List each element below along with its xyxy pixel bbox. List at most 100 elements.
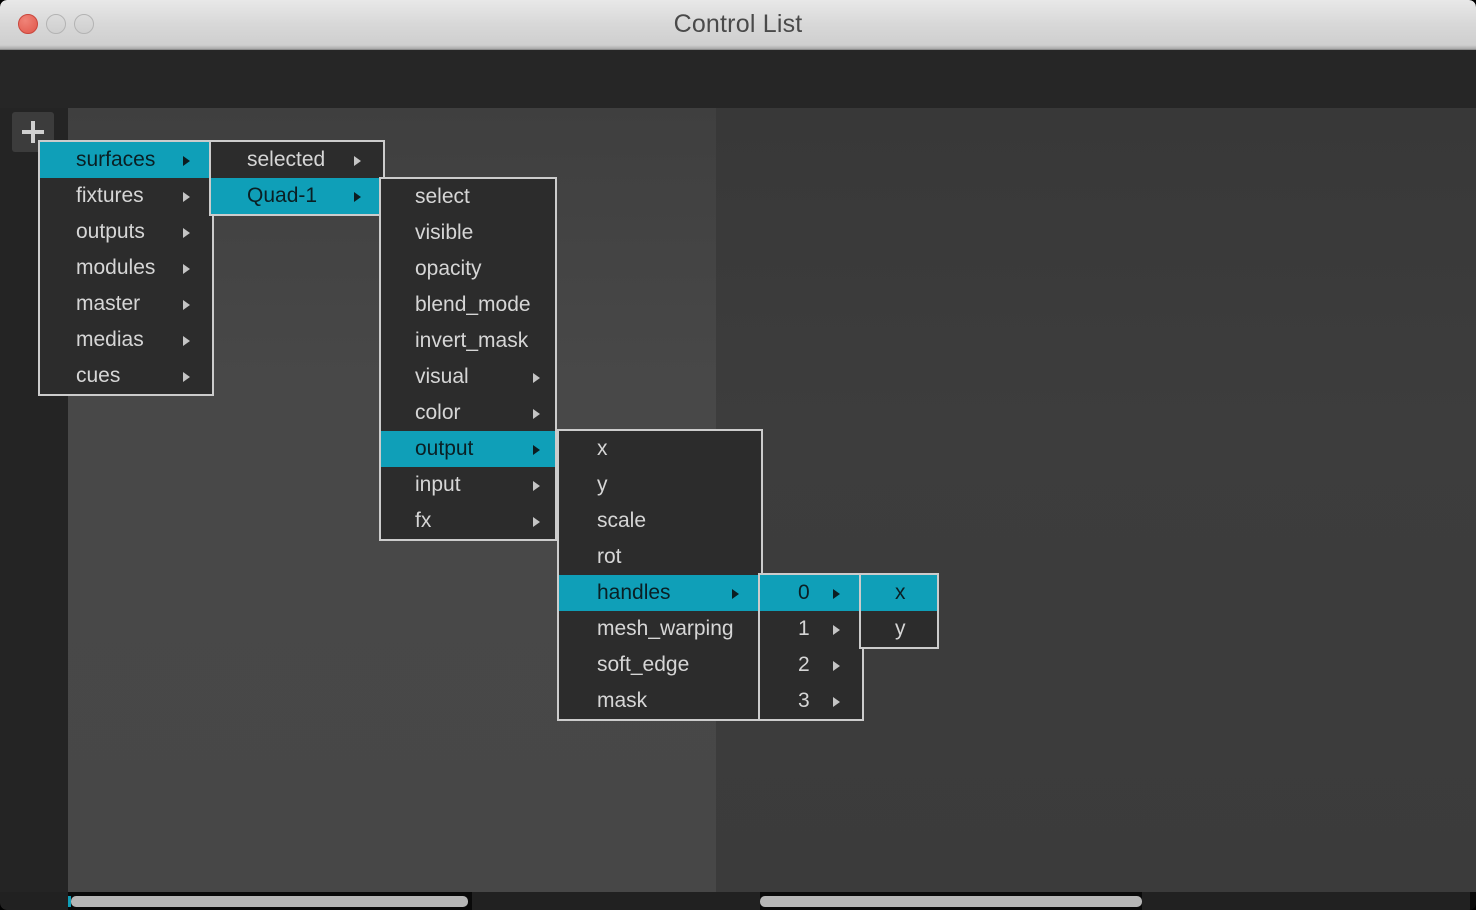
- menu-item-label: selected: [247, 148, 326, 171]
- menu-item-output[interactable]: output: [381, 431, 555, 467]
- hscrollbar-right-track[interactable]: [760, 892, 1142, 910]
- menu-item-outputs[interactable]: outputs: [40, 214, 212, 250]
- menu-item-label: modules: [76, 256, 156, 279]
- menu-item-label: y: [895, 617, 906, 640]
- menu-item-0[interactable]: 0: [760, 575, 862, 611]
- menu-item-handles[interactable]: handles: [559, 575, 761, 611]
- submenu-arrow-icon: [354, 156, 361, 166]
- filter-toolbar: Keyb. MIDI DMX OSC Audio PS3/4 Other All…: [0, 50, 1476, 147]
- menu-item-label: opacity: [415, 257, 482, 280]
- submenu-arrow-icon: [833, 697, 840, 707]
- menu-item-label: soft_edge: [597, 653, 690, 676]
- menu-item-1[interactable]: 1: [760, 611, 862, 647]
- submenu-arrow-icon: [183, 228, 190, 238]
- submenu-arrow-icon: [533, 481, 540, 491]
- menu-item-color[interactable]: color: [381, 395, 555, 431]
- menu-item-3[interactable]: 3: [760, 683, 862, 719]
- window-title: Control List: [673, 10, 803, 38]
- menu-item-y[interactable]: y: [559, 467, 761, 503]
- menu-item-label: 2: [798, 653, 810, 676]
- menu-item-label: 1: [798, 617, 810, 640]
- title-bar: Control List: [0, 0, 1476, 50]
- menu-item-modules[interactable]: modules: [40, 250, 212, 286]
- menu-item-label: Quad-1: [247, 184, 318, 207]
- menu-item-x[interactable]: x: [861, 575, 937, 611]
- menu-item-label: fx: [415, 509, 432, 532]
- menu-item-label: 3: [798, 689, 810, 712]
- handle-axis-submenu[interactable]: xy: [859, 573, 939, 649]
- menu-item-quad-1[interactable]: Quad-1: [211, 178, 383, 214]
- submenu-arrow-icon: [183, 336, 190, 346]
- submenu-arrow-icon: [833, 661, 840, 671]
- submenu-arrow-icon: [183, 192, 190, 202]
- menu-item-label: input: [415, 473, 461, 496]
- menu-item-label: master: [76, 292, 141, 315]
- menu-item-label: color: [415, 401, 461, 424]
- control-list-window: Control List Keyb. MIDI DMX OSC Audio PS…: [0, 0, 1476, 910]
- menu-item-mesh-warping[interactable]: mesh_warping: [559, 611, 761, 647]
- menu-item-label: select: [415, 185, 470, 208]
- menu-item-label: cues: [76, 364, 121, 387]
- menu-item-selected[interactable]: selected: [211, 142, 383, 178]
- submenu-arrow-icon: [183, 300, 190, 310]
- output-submenu[interactable]: x y scale rot handles mesh_warping soft_edgema…: [557, 429, 763, 721]
- menu-item-blend-mode[interactable]: blend_mode: [381, 287, 555, 323]
- menu-item-label: output: [415, 437, 474, 460]
- menu-item-medias[interactable]: medias: [40, 322, 212, 358]
- submenu-arrow-icon: [533, 517, 540, 527]
- menu-item-cues[interactable]: cues: [40, 358, 212, 394]
- menu-item-label: mesh_warping: [597, 617, 734, 640]
- menu-item-surfaces[interactable]: surfaces: [40, 142, 212, 178]
- handles-submenu[interactable]: 0 1 2 3: [758, 573, 864, 721]
- quad1-submenu[interactable]: select visible opacity blend_mode invert_mas…: [379, 177, 557, 541]
- menu-item-label: fixtures: [76, 184, 144, 207]
- menu-item-label: handles: [597, 581, 671, 604]
- menu-item-fixtures[interactable]: fixtures: [40, 178, 212, 214]
- hscrollbar-left-thumb[interactable]: [71, 896, 468, 907]
- menu-item-soft-edge[interactable]: soft_edge: [559, 647, 761, 683]
- submenu-arrow-icon: [183, 264, 190, 274]
- menu-item-label: 0: [798, 581, 810, 604]
- submenu-arrow-icon: [354, 192, 361, 202]
- menu-item-label: invert_mask: [415, 329, 529, 352]
- menu-item-x[interactable]: x: [559, 431, 761, 467]
- control-panel-right: [716, 108, 1476, 892]
- menu-item-scale[interactable]: scale: [559, 503, 761, 539]
- menu-item-fx[interactable]: fx: [381, 503, 555, 539]
- submenu-arrow-icon: [183, 156, 190, 166]
- menu-item-input[interactable]: input: [381, 467, 555, 503]
- menu-item-label: scale: [597, 509, 647, 532]
- menu-item-rot[interactable]: rot: [559, 539, 761, 575]
- submenu-arrow-icon: [533, 445, 540, 455]
- root-menu[interactable]: surfaces fixtures outputs modules master medi…: [38, 140, 214, 396]
- menu-item-label: x: [895, 581, 906, 604]
- menu-item-label: surfaces: [76, 148, 156, 171]
- menu-item-label: outputs: [76, 220, 145, 243]
- menu-item-y[interactable]: y: [861, 611, 937, 647]
- menu-item-2[interactable]: 2: [760, 647, 862, 683]
- submenu-arrow-icon: [833, 625, 840, 635]
- submenu-arrow-icon: [833, 589, 840, 599]
- menu-item-visual[interactable]: visual: [381, 359, 555, 395]
- menu-item-label: medias: [76, 328, 144, 351]
- surfaces-submenu[interactable]: selected Quad-1: [209, 140, 385, 216]
- menu-item-master[interactable]: master: [40, 286, 212, 322]
- menu-item-label: mask: [597, 689, 648, 712]
- menu-item-label: y: [597, 473, 608, 496]
- submenu-arrow-icon: [533, 409, 540, 419]
- submenu-arrow-icon: [533, 373, 540, 383]
- menu-item-opacity[interactable]: opacity: [381, 251, 555, 287]
- menu-item-visible[interactable]: visible: [381, 215, 555, 251]
- hscrollbar-left-track[interactable]: [68, 892, 472, 910]
- menu-item-invert-mask[interactable]: invert_mask: [381, 323, 555, 359]
- menu-item-label: visible: [415, 221, 474, 244]
- hscrollbar-far-track[interactable]: [1470, 892, 1476, 910]
- menu-item-label: blend_mode: [415, 293, 531, 316]
- hscrollbar-right-thumb[interactable]: [760, 896, 1142, 907]
- menu-item-select[interactable]: select: [381, 179, 555, 215]
- submenu-arrow-icon: [183, 372, 190, 382]
- menu-item-label: x: [597, 437, 608, 460]
- menu-item-label: rot: [597, 545, 622, 568]
- menu-item-label: visual: [415, 365, 469, 388]
- menu-item-mask[interactable]: mask: [559, 683, 761, 719]
